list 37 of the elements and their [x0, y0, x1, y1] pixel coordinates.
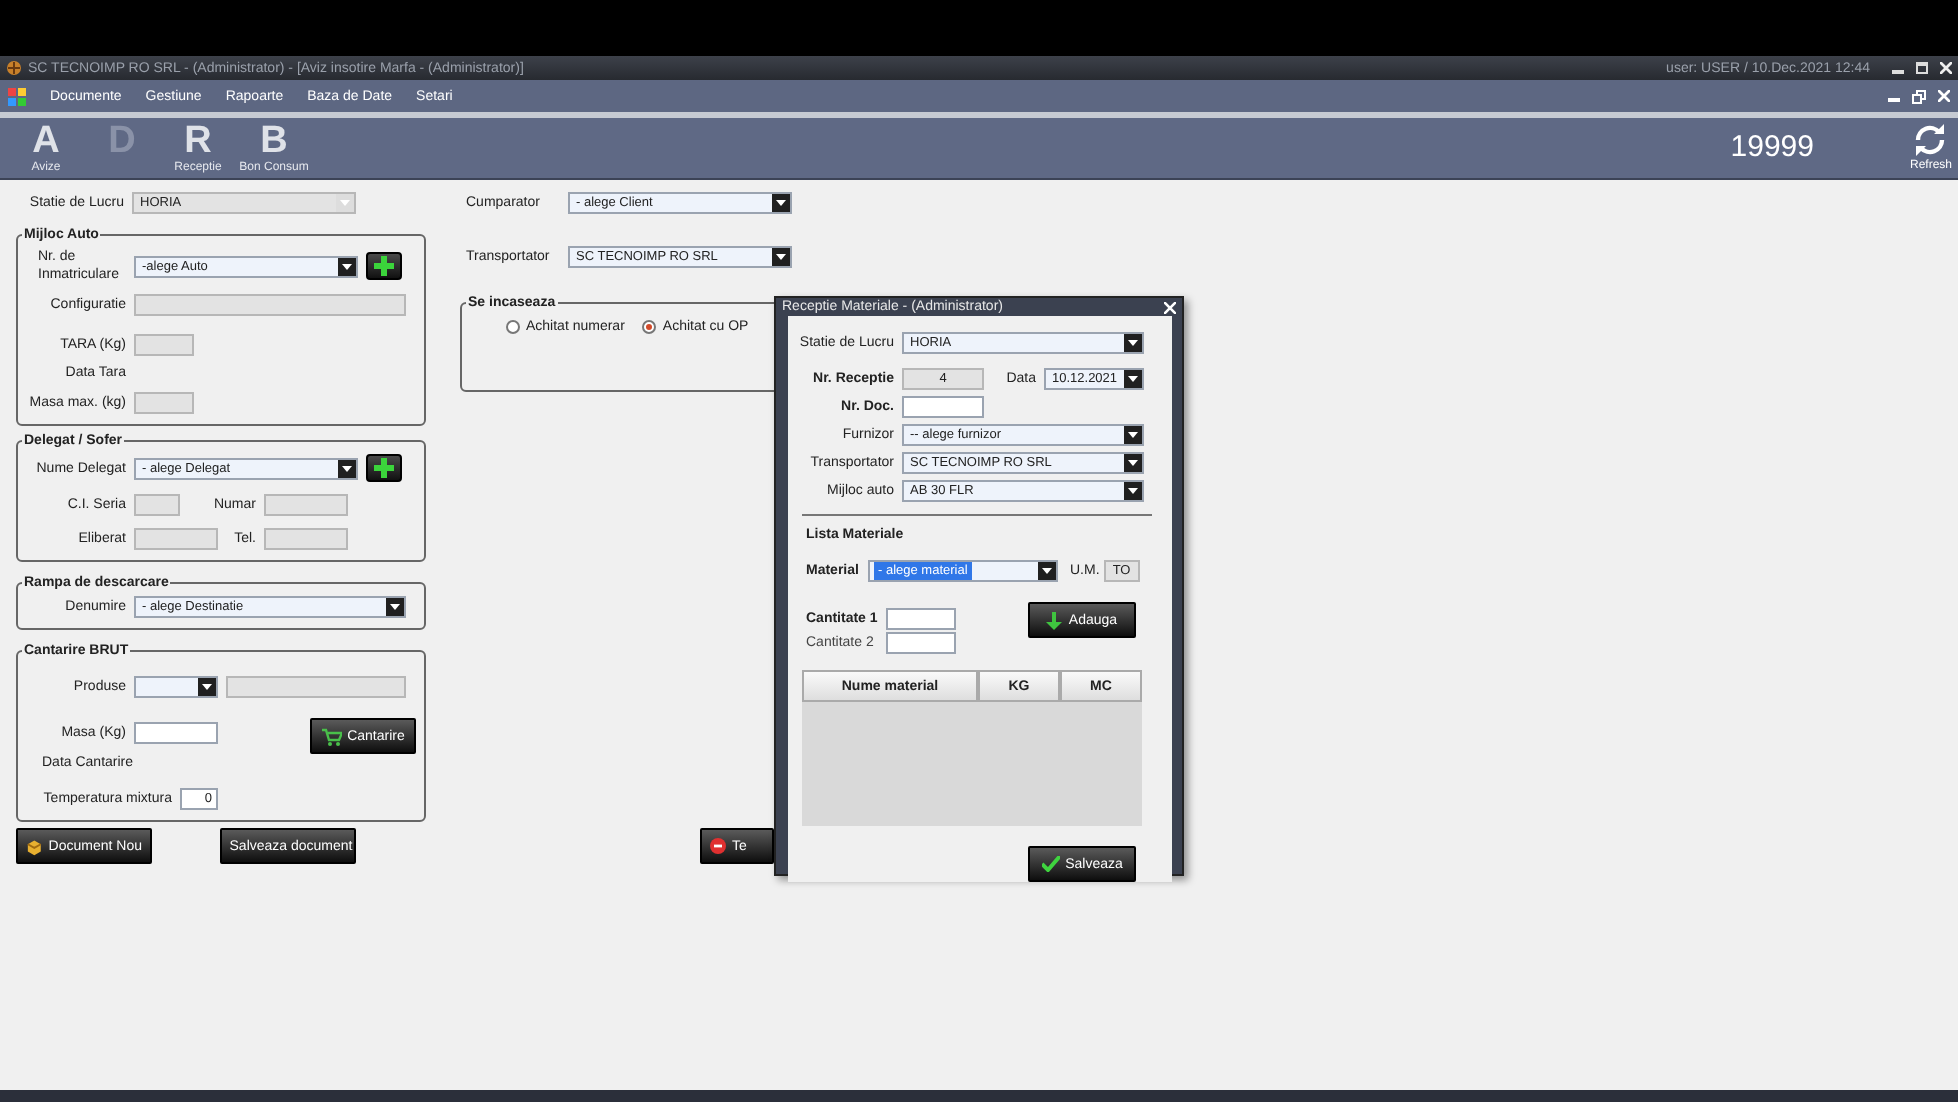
- box-icon: [26, 837, 43, 855]
- radio-icon[interactable]: [506, 320, 520, 334]
- maximize-icon[interactable]: [1916, 62, 1928, 74]
- check-icon: [1041, 856, 1060, 872]
- restore-icon[interactable]: [1912, 89, 1926, 103]
- cart-icon: [321, 727, 342, 745]
- dropdown-arrow-icon[interactable]: [1124, 454, 1142, 472]
- dropdown-field[interactable]: [134, 676, 218, 698]
- add-button[interactable]: [366, 454, 402, 482]
- dropdown-arrow-icon[interactable]: [338, 257, 356, 275]
- radio-icon[interactable]: [642, 320, 657, 334]
- refresh-icon: [1912, 122, 1949, 158]
- app-menu-icon[interactable]: [8, 87, 26, 105]
- dropdown-arrow-icon[interactable]: [772, 248, 790, 266]
- down-arrow-icon: [1046, 611, 1063, 629]
- close-icon[interactable]: [1940, 62, 1952, 74]
- close-button[interactable]: [1164, 301, 1176, 313]
- dropdown-arrow-icon[interactable]: [772, 194, 790, 212]
- input-field[interactable]: [134, 721, 218, 743]
- plus-icon: [374, 256, 394, 276]
- dropdown-arrow-icon[interactable]: [1038, 562, 1056, 580]
- app-icon: [6, 60, 22, 76]
- close-icon: [1164, 301, 1176, 313]
- input-field[interactable]: [886, 607, 956, 629]
- dropdown-arrow-icon[interactable]: [386, 598, 404, 616]
- dropdown-arrow-icon[interactable]: [338, 459, 356, 477]
- input-field[interactable]: [902, 396, 984, 418]
- dropdown-arrow-icon[interactable]: [1124, 426, 1142, 444]
- dropdown-arrow-icon[interactable]: [1124, 370, 1142, 388]
- add-button[interactable]: [366, 252, 402, 280]
- cancel-icon: [710, 838, 726, 854]
- dropdown-arrow-icon[interactable]: [1124, 334, 1142, 352]
- dropdown-arrow-icon[interactable]: [1124, 482, 1142, 500]
- input-field[interactable]: [886, 632, 956, 654]
- plus-icon: [374, 458, 394, 478]
- document-number: 19999: [1730, 138, 1814, 156]
- dropdown-arrow-icon[interactable]: [198, 678, 216, 696]
